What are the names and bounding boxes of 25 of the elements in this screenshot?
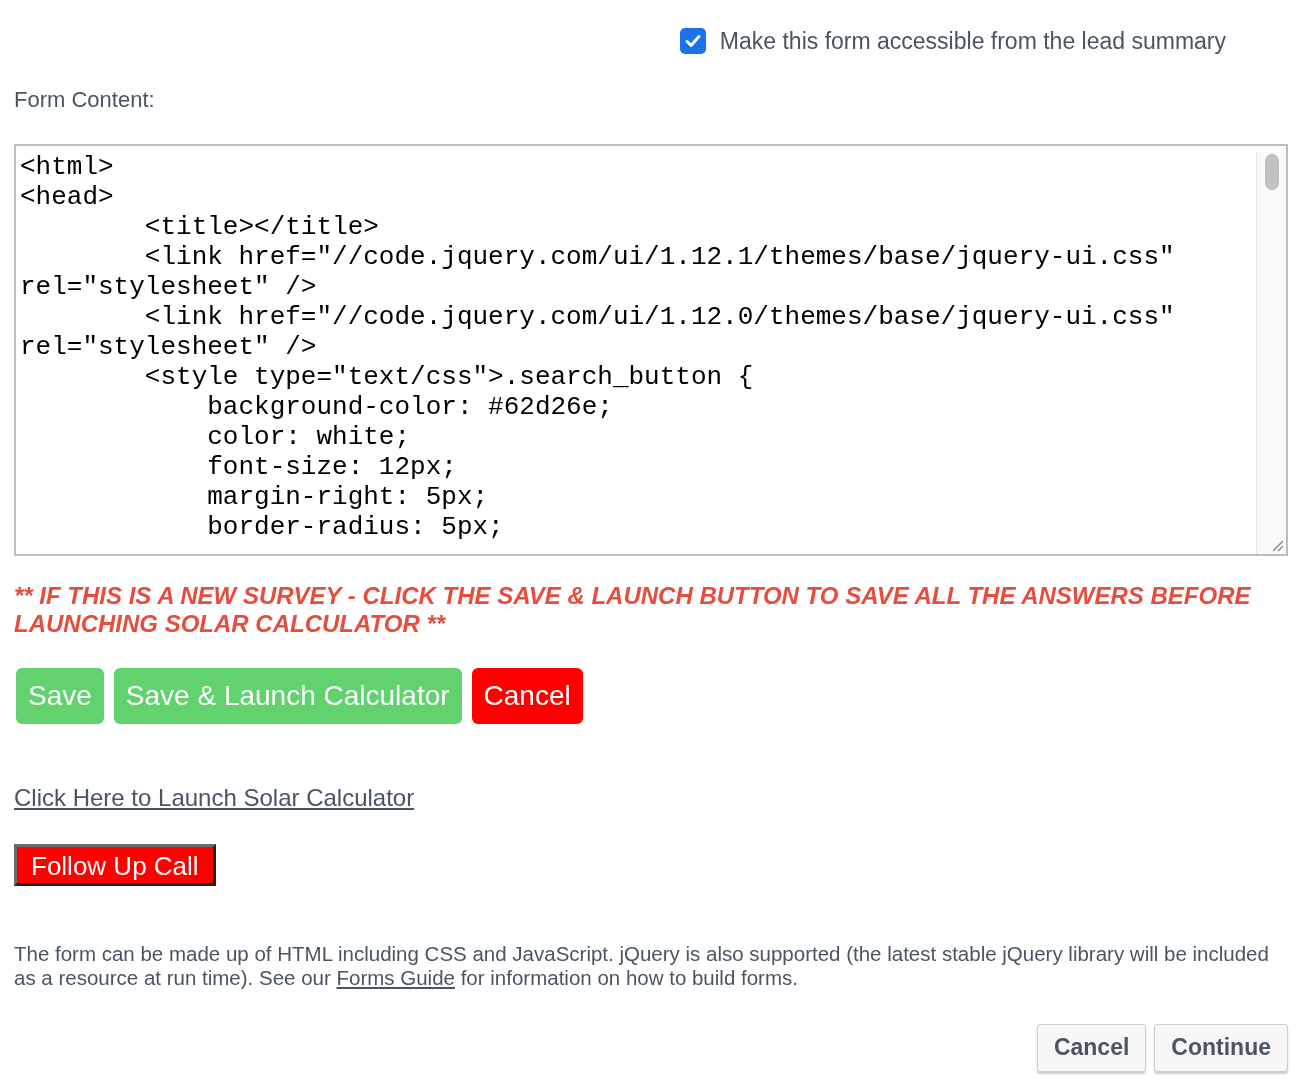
form-button[interactable]: Cancel — [471, 667, 583, 724]
code-line: <style type="text/css">.search_button { — [143, 361, 754, 392]
form-content-label: Form Content: — [14, 85, 156, 114]
follow-up-button[interactable]: Follow Up Call — [14, 843, 216, 886]
code-line: background-color: #62d26e; — [206, 391, 613, 422]
checkbox[interactable] — [679, 28, 706, 55]
code-line: <title></title> — [143, 211, 379, 242]
footer-button[interactable]: Cancel — [1036, 1023, 1147, 1072]
code-line: <link href="//code.jquery.com/ui/1.12.1/themes/base/jquery-ui.css" — [143, 241, 1175, 272]
code-line: <head> — [20, 181, 114, 212]
code-line: <link href="//code.jquery.com/ui/1.12.0/themes/base/jquery-ui.css" — [143, 301, 1175, 332]
code-line: rel="stylesheet" /> — [20, 271, 317, 302]
help-text: The form can be made up of HTML including CSS and JavaScript. jQuery is also supported (the latest stable jQuery library will be included as a resource at run time). See our Forms Guide for information on how to build forms. — [14, 941, 1270, 990]
footer-button[interactable]: Continue — [1154, 1023, 1288, 1072]
code-line: margin-right: 5px; — [206, 481, 489, 512]
launch-link[interactable]: Click Here to Launch Solar Calculator — [14, 783, 415, 811]
code-line: <html> — [20, 151, 114, 182]
code-line: rel="stylesheet" /> — [20, 331, 317, 362]
code-line: color: white; — [206, 421, 411, 452]
checkbox-label: Make this form accessible from the lead summary — [719, 27, 1226, 56]
warning-text: ** IF THIS IS A NEW SURVEY - CLICK THE SAVE & LAUNCH BUTTON TO SAVE ALL THE ANSWERS BEFORE LAUNCHING SOLAR CALCULATOR ** — [14, 581, 1252, 638]
code-textarea[interactable] — [14, 143, 1288, 556]
code-line: font-size: 12px; — [206, 451, 457, 482]
forms-guide-link[interactable]: Forms Guide — [336, 965, 455, 989]
code-line: border-radius: 5px; — [206, 511, 504, 542]
